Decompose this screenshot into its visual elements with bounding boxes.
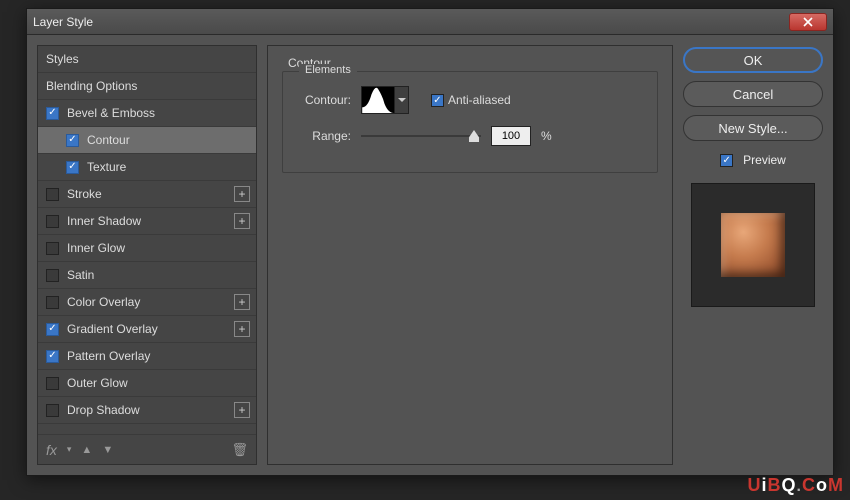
contour-picker[interactable] bbox=[361, 86, 395, 114]
range-unit: % bbox=[541, 129, 552, 143]
style-row-styles[interactable]: Styles bbox=[38, 46, 256, 73]
style-row-blending-options[interactable]: Blending Options bbox=[38, 73, 256, 100]
style-row-drop-shadow[interactable]: Drop Shadow + bbox=[38, 397, 256, 424]
style-checkbox[interactable] bbox=[46, 404, 59, 417]
add-effect-button[interactable]: + bbox=[234, 186, 250, 202]
style-checkbox[interactable] bbox=[46, 350, 59, 363]
style-row-pattern-overlay[interactable]: Pattern Overlay bbox=[38, 343, 256, 370]
anti-aliased-label: Anti-aliased bbox=[448, 93, 511, 107]
close-button[interactable] bbox=[789, 13, 827, 31]
dialog-body: Styles Blending Options Bevel & Emboss Cont… bbox=[27, 35, 833, 475]
style-checkbox[interactable] bbox=[46, 188, 59, 201]
preview-sample bbox=[721, 213, 785, 277]
style-label: Texture bbox=[87, 160, 126, 174]
style-checkbox[interactable] bbox=[46, 242, 59, 255]
range-slider[interactable] bbox=[361, 129, 481, 143]
contour-label: Contour: bbox=[295, 93, 351, 107]
style-row-gradient-overlay[interactable]: Gradient Overlay + bbox=[38, 316, 256, 343]
style-label: Satin bbox=[67, 268, 94, 282]
style-row-color-overlay[interactable]: Color Overlay + bbox=[38, 289, 256, 316]
style-label: Color Overlay bbox=[67, 295, 140, 309]
style-row-contour[interactable]: Contour bbox=[38, 127, 256, 154]
styles-list: Styles Blending Options Bevel & Emboss Cont… bbox=[38, 46, 256, 434]
add-effect-button[interactable]: + bbox=[234, 213, 250, 229]
contour-row: Contour: Anti-aliased bbox=[295, 86, 645, 114]
trash-icon[interactable]: 🗑 bbox=[231, 442, 248, 458]
range-row: Range: % bbox=[295, 126, 645, 146]
style-label: Outer Glow bbox=[67, 376, 128, 390]
style-row-texture[interactable]: Texture bbox=[38, 154, 256, 181]
style-label: Contour bbox=[87, 133, 130, 147]
style-row-stroke[interactable]: Stroke + bbox=[38, 181, 256, 208]
styles-panel: Styles Blending Options Bevel & Emboss Cont… bbox=[37, 45, 257, 465]
add-effect-button[interactable]: + bbox=[234, 321, 250, 337]
add-effect-button[interactable]: + bbox=[234, 294, 250, 310]
layer-style-dialog: Layer Style Styles Blending Options Bevel … bbox=[26, 8, 834, 476]
settings-panel: Contour Elements Contour: bbox=[267, 45, 673, 465]
style-row-inner-shadow[interactable]: Inner Shadow + bbox=[38, 208, 256, 235]
cancel-button[interactable]: Cancel bbox=[683, 81, 823, 107]
style-checkbox[interactable] bbox=[46, 107, 59, 120]
fieldset-legend: Elements bbox=[299, 64, 357, 76]
style-checkbox[interactable] bbox=[46, 215, 59, 228]
slider-thumb[interactable] bbox=[469, 130, 479, 142]
styles-footer: fx ▾ ▲ ▼ 🗑 bbox=[38, 434, 256, 464]
titlebar[interactable]: Layer Style bbox=[27, 9, 833, 35]
style-label: Drop Shadow bbox=[67, 403, 140, 417]
move-down-icon[interactable]: ▼ bbox=[102, 444, 113, 456]
style-row-inner-glow[interactable]: Inner Glow bbox=[38, 235, 256, 262]
style-label: Styles bbox=[46, 52, 79, 66]
preview-box bbox=[691, 183, 815, 307]
add-effect-button[interactable]: + bbox=[234, 402, 250, 418]
anti-aliased-group[interactable]: Anti-aliased bbox=[431, 93, 511, 107]
style-label: Bevel & Emboss bbox=[67, 106, 155, 120]
style-row-outer-glow[interactable]: Outer Glow bbox=[38, 370, 256, 397]
preview-checkbox[interactable] bbox=[720, 154, 733, 167]
move-up-icon[interactable]: ▲ bbox=[81, 444, 92, 456]
style-checkbox[interactable] bbox=[66, 161, 79, 174]
contour-dropdown[interactable] bbox=[395, 86, 409, 114]
style-row-bevel-emboss[interactable]: Bevel & Emboss bbox=[38, 100, 256, 127]
style-label: Inner Shadow bbox=[67, 214, 141, 228]
anti-aliased-checkbox[interactable] bbox=[431, 94, 444, 107]
style-checkbox[interactable] bbox=[46, 296, 59, 309]
action-panel: OK Cancel New Style... Preview bbox=[683, 45, 823, 465]
range-label: Range: bbox=[295, 129, 351, 143]
watermark: UiBQ.CoM bbox=[748, 475, 844, 496]
preview-toggle[interactable]: Preview bbox=[683, 153, 823, 167]
style-checkbox[interactable] bbox=[46, 269, 59, 282]
close-icon bbox=[803, 17, 813, 27]
preview-label: Preview bbox=[743, 153, 786, 167]
range-input[interactable] bbox=[491, 126, 531, 146]
style-checkbox[interactable] bbox=[66, 134, 79, 147]
style-label: Gradient Overlay bbox=[67, 322, 158, 336]
style-label: Stroke bbox=[67, 187, 102, 201]
fx-dropdown-icon[interactable]: ▾ bbox=[67, 444, 72, 455]
elements-fieldset: Elements Contour: Anti-aliased bbox=[282, 71, 658, 173]
style-label: Blending Options bbox=[46, 79, 137, 93]
fx-icon[interactable]: fx bbox=[46, 442, 57, 458]
slider-track bbox=[361, 135, 481, 137]
style-row-satin[interactable]: Satin bbox=[38, 262, 256, 289]
new-style-button[interactable]: New Style... bbox=[683, 115, 823, 141]
style-label: Inner Glow bbox=[67, 241, 125, 255]
contour-curve-icon bbox=[362, 87, 394, 113]
style-checkbox[interactable] bbox=[46, 323, 59, 336]
style-label: Pattern Overlay bbox=[67, 349, 150, 363]
window-title: Layer Style bbox=[33, 15, 789, 29]
style-checkbox[interactable] bbox=[46, 377, 59, 390]
ok-button[interactable]: OK bbox=[683, 47, 823, 73]
